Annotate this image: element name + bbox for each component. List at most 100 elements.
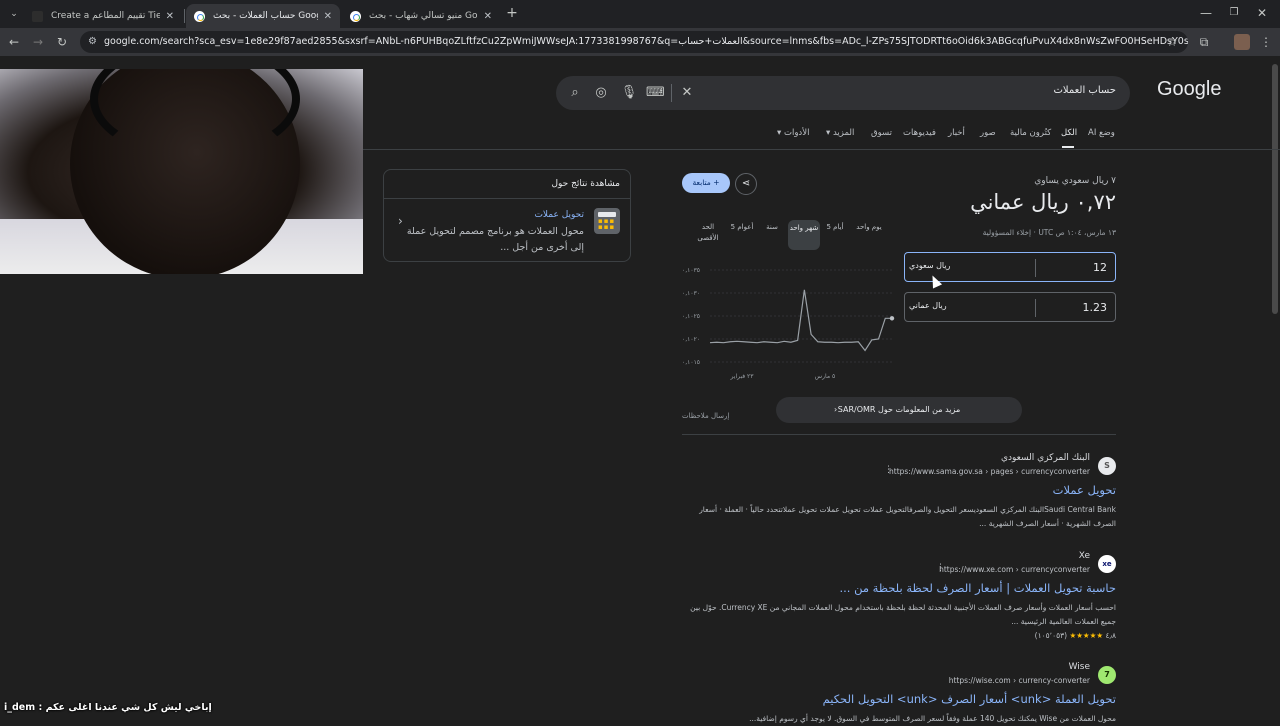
search-box[interactable]: حساب العملات ✕ ⌨ 🎙 ◎ ⌕ [556,76,1130,110]
menu-kebab-icon[interactable]: ⋮ [1258,34,1274,50]
window-close-icon[interactable]: ✕ [1254,5,1270,21]
tierlist-favicon-icon [32,10,43,22]
forward-icon[interactable]: → [30,34,46,50]
clear-icon[interactable]: ✕ [678,84,696,102]
tab-search-icon[interactable]: ⌄ [6,6,22,22]
result-site-name[interactable]: البنك المركزي السعودي [1001,453,1090,463]
converter-timestamp: ١٣ مارس، ١:٠٤ ص UTC · إخلاء المسؤولية [982,228,1116,237]
url-text: google.com/search?sca_esv=1e8e29f87aed28… [104,36,1188,47]
reload-icon[interactable]: ↻ [54,34,70,50]
rating-value: ٤٫٨ [1105,631,1117,640]
stream-chat-overlay: i_dem : إباخي ليش كل شي عندنا اغلى عكم [4,702,212,713]
close-icon[interactable]: ✕ [324,11,332,22]
result-url[interactable]: https://www.xe.com › currencyconverter [939,565,1090,574]
more-info-label: مزيد من المعلومات حول SAR/OMR [837,405,961,414]
site-info-icon[interactable]: ⚙ [88,31,97,53]
chevron-left-icon: ‹ [834,405,838,414]
result-title[interactable]: تحويل العملة <unk> أسعار الصرف <unk> الت… [823,692,1116,706]
share-icon: ⋖ [741,178,751,189]
tab-title: حساب العملات - بحث Google [213,11,318,21]
search-divider [671,84,672,102]
restore-icon[interactable]: ❐ [1226,5,1242,21]
tab-ai-mode[interactable]: وضع AI [1088,128,1115,138]
chart-last-point [889,316,895,321]
result-site-name[interactable]: Wise [1069,662,1090,672]
tab-tools-label: الأدوات [783,128,810,138]
from-currency-select[interactable]: ريال سعودي [909,261,1029,270]
result-snippet: Saudi Central Bankالبنك المركزي السعوديس… [699,505,1116,528]
google-favicon-icon [350,10,361,22]
extensions-icon[interactable]: ⧉ [1196,34,1212,50]
chevron-right-icon[interactable]: › [398,214,403,228]
page-scrollbar[interactable] [1272,64,1278,314]
chart-x-tick: ٥ مارس [815,373,835,380]
box-divider [1035,259,1036,277]
close-icon[interactable]: ✕ [484,11,492,22]
tab-title: Create a تقييم المطاعم Tier List [51,11,160,21]
tab-more[interactable]: المزيد ▾ [826,128,854,138]
search-icon[interactable]: ⌕ [566,84,584,102]
search-result: xe Xe https://www.xe.com › currencyconve… [682,551,1116,647]
chart-y-tick: ٠,١٠١٥ [682,359,700,366]
tab-videos[interactable]: فيديوهات [903,128,936,138]
result-url[interactable]: https://www.sama.gov.sa › pages › curren… [889,467,1090,476]
range-1d[interactable]: يوم واحد [856,222,882,233]
xe-favicon-icon: xe [1098,555,1116,573]
related-card-title[interactable]: تحويل عملات [534,210,584,220]
tab-all[interactable]: الكل [1061,128,1077,138]
minimize-icon[interactable]: — [1198,5,1214,21]
new-tab-icon[interactable]: + [504,5,520,21]
keyboard-icon[interactable]: ⌨ [646,84,665,102]
tab-tools[interactable]: الأدوات ▾ [777,128,809,138]
range-1m[interactable]: شهر واحد [788,220,820,250]
tab-strip: ⌄ Create a تقييم المطاعم Tier List ✕ حسا… [0,0,1280,28]
profile-avatar[interactable] [1234,34,1250,50]
range-5y[interactable]: 5 أعوام [727,222,757,233]
search-input[interactable]: حساب العملات [1053,85,1116,96]
tab-shopping[interactable]: تسوق [871,128,892,138]
to-currency-box[interactable]: 1.23 ريال عماني [904,292,1116,322]
tab-images[interactable]: صور [980,128,996,138]
bookmark-star-icon[interactable]: ☆ [1164,34,1180,50]
tab-tierlist[interactable]: Create a تقييم المطاعم Tier List ✕ [24,4,182,28]
exchange-rate-chart[interactable]: ٠,١٠٣٥ ٠,١٠٣٠ ٠,١٠٢٥ ٠,١٠٢٠ ٠,١٠١٥ ٢٣ فبراير ٥… [680,262,900,384]
rating-count: (١٠٥٬٠٥٣) [1034,631,1068,640]
calculator-icon [594,208,620,234]
header-divider [363,149,1280,150]
mic-icon[interactable]: 🎙 [620,84,638,102]
result-title[interactable]: حاسبة تحويل العملات | أسعار الصرف لحظة ب… [839,581,1116,595]
chart-x-tick: ٢٣ فبراير [730,373,755,380]
tab-menu-search[interactable]: منيو تسالي شهاب - بحث Google ✕ [342,4,500,28]
chart-y-tick: ٠,١٠٣٥ [682,267,700,274]
google-favicon-icon [194,10,205,22]
from-amount-input[interactable]: 12 [1093,261,1107,274]
rating-stars-icon: ★★★★★ [1069,631,1104,640]
range-1y[interactable]: سنة [763,222,781,233]
search-result: 7 Wise https://wise.com › currency-conve… [682,662,1116,723]
chart-y-tick: ٠,١٠٢٠ [682,336,700,343]
to-amount-input[interactable]: 1.23 [1083,301,1108,314]
lens-icon[interactable]: ◎ [592,84,610,102]
chart-series-line [709,289,892,352]
related-card-divider [384,198,630,199]
range-max[interactable]: الحد الأقصى [694,222,722,244]
more-info-button[interactable]: مزيد من المعلومات حول SAR/OMR ‹ [776,397,1022,423]
result-site-name[interactable]: Xe [1079,551,1090,561]
tab-currency-search[interactable]: حساب العملات - بحث Google ✕ [186,4,340,28]
result-snippet: محول العملات من Wise يمكنك تحويل 140 عمل… [749,714,1116,723]
feedback-link[interactable]: إرسال ملاحظات [682,412,729,420]
more-options-icon[interactable]: ⋮ [884,465,893,475]
more-options-icon[interactable]: ⋮ [936,563,945,573]
result-url[interactable]: https://wise.com › currency-converter [949,676,1090,685]
tab-news[interactable]: أخبار [948,128,965,138]
share-button[interactable]: ⋖ [735,173,757,195]
tab-finance[interactable]: كتُرون مالية [1010,128,1051,138]
follow-button[interactable]: + متابعة [682,173,730,193]
range-5d[interactable]: 5 أيام [825,222,845,233]
close-icon[interactable]: ✕ [166,11,174,22]
to-currency-select[interactable]: ريال عماني [909,301,1029,310]
back-icon[interactable]: ← [6,34,22,50]
address-bar[interactable]: ⚙ google.com/search?sca_esv=1e8e29f87aed… [80,31,1188,53]
result-title[interactable]: تحويل عملات [1053,483,1116,497]
google-logo[interactable]: Google [1157,78,1222,101]
